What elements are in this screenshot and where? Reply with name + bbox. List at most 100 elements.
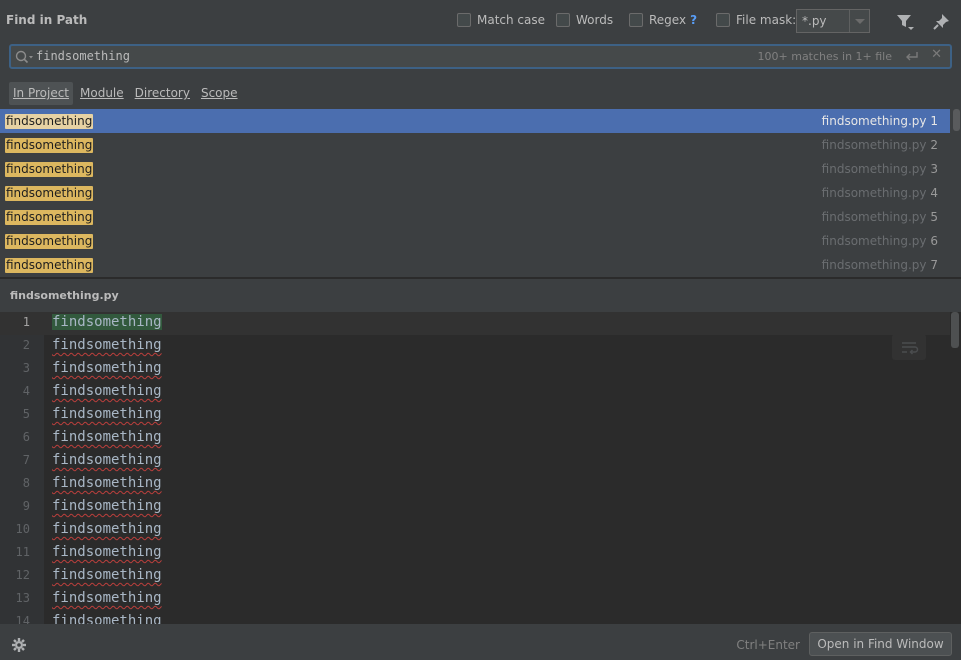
line-number: 3: [22, 361, 30, 375]
result-row[interactable]: findsomething findsomething.py 3: [0, 157, 950, 181]
tab-directory[interactable]: Directory: [131, 82, 194, 105]
tab-label: Directory: [134, 86, 190, 100]
combobox-divider: [849, 10, 850, 32]
editor-scrollbar[interactable]: [951, 312, 959, 348]
line-number: 12: [15, 568, 30, 582]
code-text: findsomething: [52, 406, 162, 422]
result-file: findsomething.py: [821, 234, 927, 248]
line-number: 7: [22, 453, 30, 467]
chevron-down-icon[interactable]: [855, 19, 865, 24]
gear-icon[interactable]: [10, 636, 28, 654]
code-line: 12 findsomething: [0, 565, 950, 588]
match-text: findsomething: [5, 186, 94, 201]
line-number: 10: [15, 522, 30, 536]
code-text: findsomething: [52, 567, 162, 583]
result-line: 7: [930, 258, 938, 272]
result-location: findsomething.py 5: [822, 210, 938, 224]
code-line: 8 findsomething: [0, 473, 950, 496]
preview-editor[interactable]: 1 findsomething 2 findsomething 3 findsomet…: [0, 312, 961, 624]
line-number: 8: [22, 476, 30, 490]
words-option[interactable]: Words: [556, 13, 613, 27]
code-text: findsomething: [52, 521, 162, 537]
code-line: 13 findsomething: [0, 588, 950, 611]
code-line: 4 findsomething: [0, 381, 950, 404]
scope-tabs: In Project Module Directory Scope: [9, 82, 245, 105]
results-list: findsomething findsomething.py 1 findsom…: [0, 109, 961, 277]
words-checkbox[interactable]: [556, 13, 570, 27]
result-file: findsomething.py: [821, 258, 927, 272]
result-location: findsomething.py 3: [822, 162, 938, 176]
result-row[interactable]: findsomething findsomething.py 4: [0, 181, 950, 205]
line-number: 14: [15, 614, 30, 624]
line-number: 9: [22, 499, 30, 513]
filter-icon[interactable]: [895, 12, 915, 32]
regex-label: Regex: [649, 13, 687, 27]
file-mask-combobox[interactable]: *.py: [796, 9, 870, 33]
result-location: findsomething.py 7: [822, 258, 938, 272]
code-text: findsomething: [52, 383, 162, 399]
result-row[interactable]: findsomething findsomething.py 7: [0, 253, 950, 277]
code-line: 9 findsomething: [0, 496, 950, 519]
file-mask-checkbox[interactable]: [716, 13, 730, 27]
code-text: findsomething: [52, 314, 162, 330]
match-case-checkbox[interactable]: [457, 13, 471, 27]
code-text: findsomething: [52, 613, 162, 624]
search-field[interactable]: findsomething 100+ matches in 1+ file ✕: [9, 44, 952, 69]
result-file: findsomething.py: [821, 138, 927, 152]
tab-module[interactable]: Module: [76, 82, 128, 105]
code-line: 14 findsomething: [0, 611, 950, 624]
match-count: 100+ matches in 1+ file: [757, 50, 892, 63]
line-number: 4: [22, 384, 30, 398]
search-icon[interactable]: [14, 49, 34, 65]
regex-option[interactable]: Regex ?: [629, 13, 697, 27]
dialog-header: Find in Path Match case Words Regex ? Fi…: [0, 0, 961, 42]
file-mask-label: File mask:: [736, 13, 797, 27]
result-line: 3: [930, 162, 938, 176]
results-scrollbar[interactable]: [953, 109, 960, 131]
file-mask-option[interactable]: File mask:: [716, 13, 796, 27]
match-case-label: Match case: [477, 13, 546, 27]
match-case-option[interactable]: Match case: [457, 13, 545, 27]
regex-help-link[interactable]: ?: [690, 13, 697, 27]
match-text: findsomething: [5, 234, 94, 249]
search-input[interactable]: findsomething: [36, 49, 130, 63]
newline-icon[interactable]: [904, 49, 920, 65]
line-number: 2: [22, 338, 30, 352]
code-text: findsomething: [52, 337, 162, 353]
result-line: 5: [930, 210, 938, 224]
line-number: 11: [15, 545, 30, 559]
tab-label: Scope: [200, 86, 238, 100]
tab-label: Module: [80, 86, 124, 100]
code-line: 7 findsomething: [0, 450, 950, 473]
code-text: findsomething: [52, 452, 162, 468]
dialog-title: Find in Path: [6, 13, 88, 27]
result-location: findsomething.py 1: [822, 114, 938, 128]
close-icon[interactable]: ✕: [931, 47, 942, 62]
tab-scope[interactable]: Scope: [197, 82, 242, 105]
result-file: findsomething.py: [821, 210, 927, 224]
result-row[interactable]: findsomething findsomething.py 1: [0, 109, 950, 133]
result-file: findsomething.py: [821, 162, 927, 176]
result-row[interactable]: findsomething findsomething.py 5: [0, 205, 950, 229]
line-number: 13: [15, 591, 30, 605]
result-row[interactable]: findsomething findsomething.py 6: [0, 229, 950, 253]
match-text: findsomething: [5, 114, 94, 129]
result-line: 2: [930, 138, 938, 152]
result-location: findsomething.py 4: [822, 186, 938, 200]
open-in-find-window-button[interactable]: Open in Find Window: [809, 632, 952, 656]
code-text: findsomething: [52, 475, 162, 491]
pin-icon[interactable]: [932, 12, 952, 32]
line-number: 1: [22, 315, 30, 329]
code-line: 10 findsomething: [0, 519, 950, 542]
regex-checkbox[interactable]: [629, 13, 643, 27]
soft-wrap-icon[interactable]: [892, 334, 926, 360]
line-number: 6: [22, 430, 30, 444]
code-line: 6 findsomething: [0, 427, 950, 450]
preview-file-name: findsomething.py: [10, 289, 119, 302]
code-text: findsomething: [52, 429, 162, 445]
match-text: findsomething: [5, 258, 94, 273]
code-text: findsomething: [52, 498, 162, 514]
result-line: 6: [930, 234, 938, 248]
tab-in-project[interactable]: In Project: [9, 82, 74, 105]
result-row[interactable]: findsomething findsomething.py 2: [0, 133, 950, 157]
